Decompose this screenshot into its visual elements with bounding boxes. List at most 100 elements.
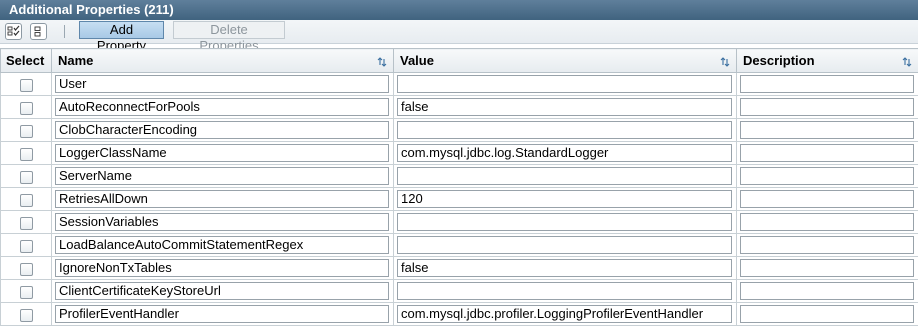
value-cell: false xyxy=(394,257,737,280)
value-cell: com.mysql.jdbc.log.StandardLogger xyxy=(394,142,737,165)
row-checkbox[interactable] xyxy=(20,79,33,92)
delete-properties-button[interactable]: Delete Properties xyxy=(173,21,285,39)
row-checkbox[interactable] xyxy=(20,263,33,276)
value-input[interactable]: com.mysql.jdbc.log.StandardLogger xyxy=(397,144,732,162)
description-cell xyxy=(737,257,918,280)
name-input[interactable]: ClobCharacterEncoding xyxy=(55,121,389,139)
deselect-all-icon[interactable] xyxy=(30,23,47,40)
name-cell: ClientCertificateKeyStoreUrl xyxy=(52,280,394,303)
value-cell: 120 xyxy=(394,188,737,211)
value-input[interactable] xyxy=(397,282,732,300)
column-header-select: Select xyxy=(1,49,52,73)
sort-icon[interactable] xyxy=(720,57,730,67)
name-cell: RetriesAllDown xyxy=(52,188,394,211)
value-input[interactable]: 120 xyxy=(397,190,732,208)
value-cell xyxy=(394,165,737,188)
table-row: RetriesAllDown 120 xyxy=(1,188,918,211)
row-checkbox[interactable] xyxy=(20,309,33,322)
value-input[interactable] xyxy=(397,167,732,185)
description-input[interactable] xyxy=(740,305,914,323)
select-cell xyxy=(1,96,52,119)
description-input[interactable] xyxy=(740,98,914,116)
value-input[interactable] xyxy=(397,75,732,93)
select-cell xyxy=(1,142,52,165)
table-row: IgnoreNonTxTables false xyxy=(1,257,918,280)
name-input[interactable]: IgnoreNonTxTables xyxy=(55,259,389,277)
description-input[interactable] xyxy=(740,236,914,254)
value-cell xyxy=(394,119,737,142)
value-cell: false xyxy=(394,96,737,119)
name-input[interactable]: User xyxy=(55,75,389,93)
value-cell: com.mysql.jdbc.profiler.LoggingProfilerE… xyxy=(394,303,737,326)
name-cell: AutoReconnectForPools xyxy=(52,96,394,119)
value-input[interactable] xyxy=(397,121,732,139)
table-row: LoggerClassName com.mysql.jdbc.log.Stand… xyxy=(1,142,918,165)
description-cell xyxy=(737,303,918,326)
toolbar: Add Property Delete Properties xyxy=(0,20,918,44)
sort-icon[interactable] xyxy=(377,57,387,67)
row-checkbox[interactable] xyxy=(20,240,33,253)
name-input[interactable]: ProfilerEventHandler xyxy=(55,305,389,323)
value-input[interactable]: false xyxy=(397,259,732,277)
select-cell xyxy=(1,119,52,142)
name-input[interactable]: RetriesAllDown xyxy=(55,190,389,208)
row-checkbox[interactable] xyxy=(20,171,33,184)
column-header-value-label: Value xyxy=(400,53,434,68)
value-cell xyxy=(394,280,737,303)
select-cell xyxy=(1,211,52,234)
description-cell xyxy=(737,165,918,188)
row-checkbox[interactable] xyxy=(20,194,33,207)
panel-title: Additional Properties (211) xyxy=(0,0,918,20)
select-cell xyxy=(1,234,52,257)
name-input[interactable]: AutoReconnectForPools xyxy=(55,98,389,116)
value-input[interactable] xyxy=(397,213,732,231)
description-input[interactable] xyxy=(740,190,914,208)
description-input[interactable] xyxy=(740,144,914,162)
properties-table: Select Name Value Description xyxy=(0,48,918,326)
description-input[interactable] xyxy=(740,167,914,185)
value-cell xyxy=(394,234,737,257)
add-property-button[interactable]: Add Property xyxy=(79,21,164,39)
description-cell xyxy=(737,280,918,303)
column-header-description[interactable]: Description xyxy=(737,49,918,73)
row-checkbox[interactable] xyxy=(20,102,33,115)
description-input[interactable] xyxy=(740,121,914,139)
column-header-value[interactable]: Value xyxy=(394,49,737,73)
value-cell xyxy=(394,211,737,234)
value-input[interactable] xyxy=(397,236,732,254)
row-checkbox[interactable] xyxy=(20,286,33,299)
table-row: ClientCertificateKeyStoreUrl xyxy=(1,280,918,303)
description-input[interactable] xyxy=(740,75,914,93)
description-cell xyxy=(737,234,918,257)
value-input[interactable]: com.mysql.jdbc.profiler.LoggingProfilerE… xyxy=(397,305,732,323)
select-cell xyxy=(1,165,52,188)
row-checkbox[interactable] xyxy=(20,125,33,138)
select-all-icon[interactable] xyxy=(5,23,22,40)
name-input[interactable]: LoggerClassName xyxy=(55,144,389,162)
table-row: ProfilerEventHandler com.mysql.jdbc.prof… xyxy=(1,303,918,326)
description-cell xyxy=(737,73,918,96)
name-cell: LoadBalanceAutoCommitStatementRegex xyxy=(52,234,394,257)
table-row: ServerName xyxy=(1,165,918,188)
value-input[interactable]: false xyxy=(397,98,732,116)
name-input[interactable]: SessionVariables xyxy=(55,213,389,231)
description-input[interactable] xyxy=(740,282,914,300)
name-input[interactable]: LoadBalanceAutoCommitStatementRegex xyxy=(55,236,389,254)
select-cell xyxy=(1,257,52,280)
name-cell: IgnoreNonTxTables xyxy=(52,257,394,280)
description-input[interactable] xyxy=(740,213,914,231)
table-row: User xyxy=(1,73,918,96)
column-header-name[interactable]: Name xyxy=(52,49,394,73)
sort-icon[interactable] xyxy=(902,57,912,67)
name-input[interactable]: ServerName xyxy=(55,167,389,185)
select-cell xyxy=(1,303,52,326)
select-cell xyxy=(1,280,52,303)
description-input[interactable] xyxy=(740,259,914,277)
row-checkbox[interactable] xyxy=(20,217,33,230)
row-checkbox[interactable] xyxy=(20,148,33,161)
name-cell: ServerName xyxy=(52,165,394,188)
description-cell xyxy=(737,119,918,142)
description-cell xyxy=(737,211,918,234)
column-header-description-label: Description xyxy=(743,53,815,68)
name-input[interactable]: ClientCertificateKeyStoreUrl xyxy=(55,282,389,300)
